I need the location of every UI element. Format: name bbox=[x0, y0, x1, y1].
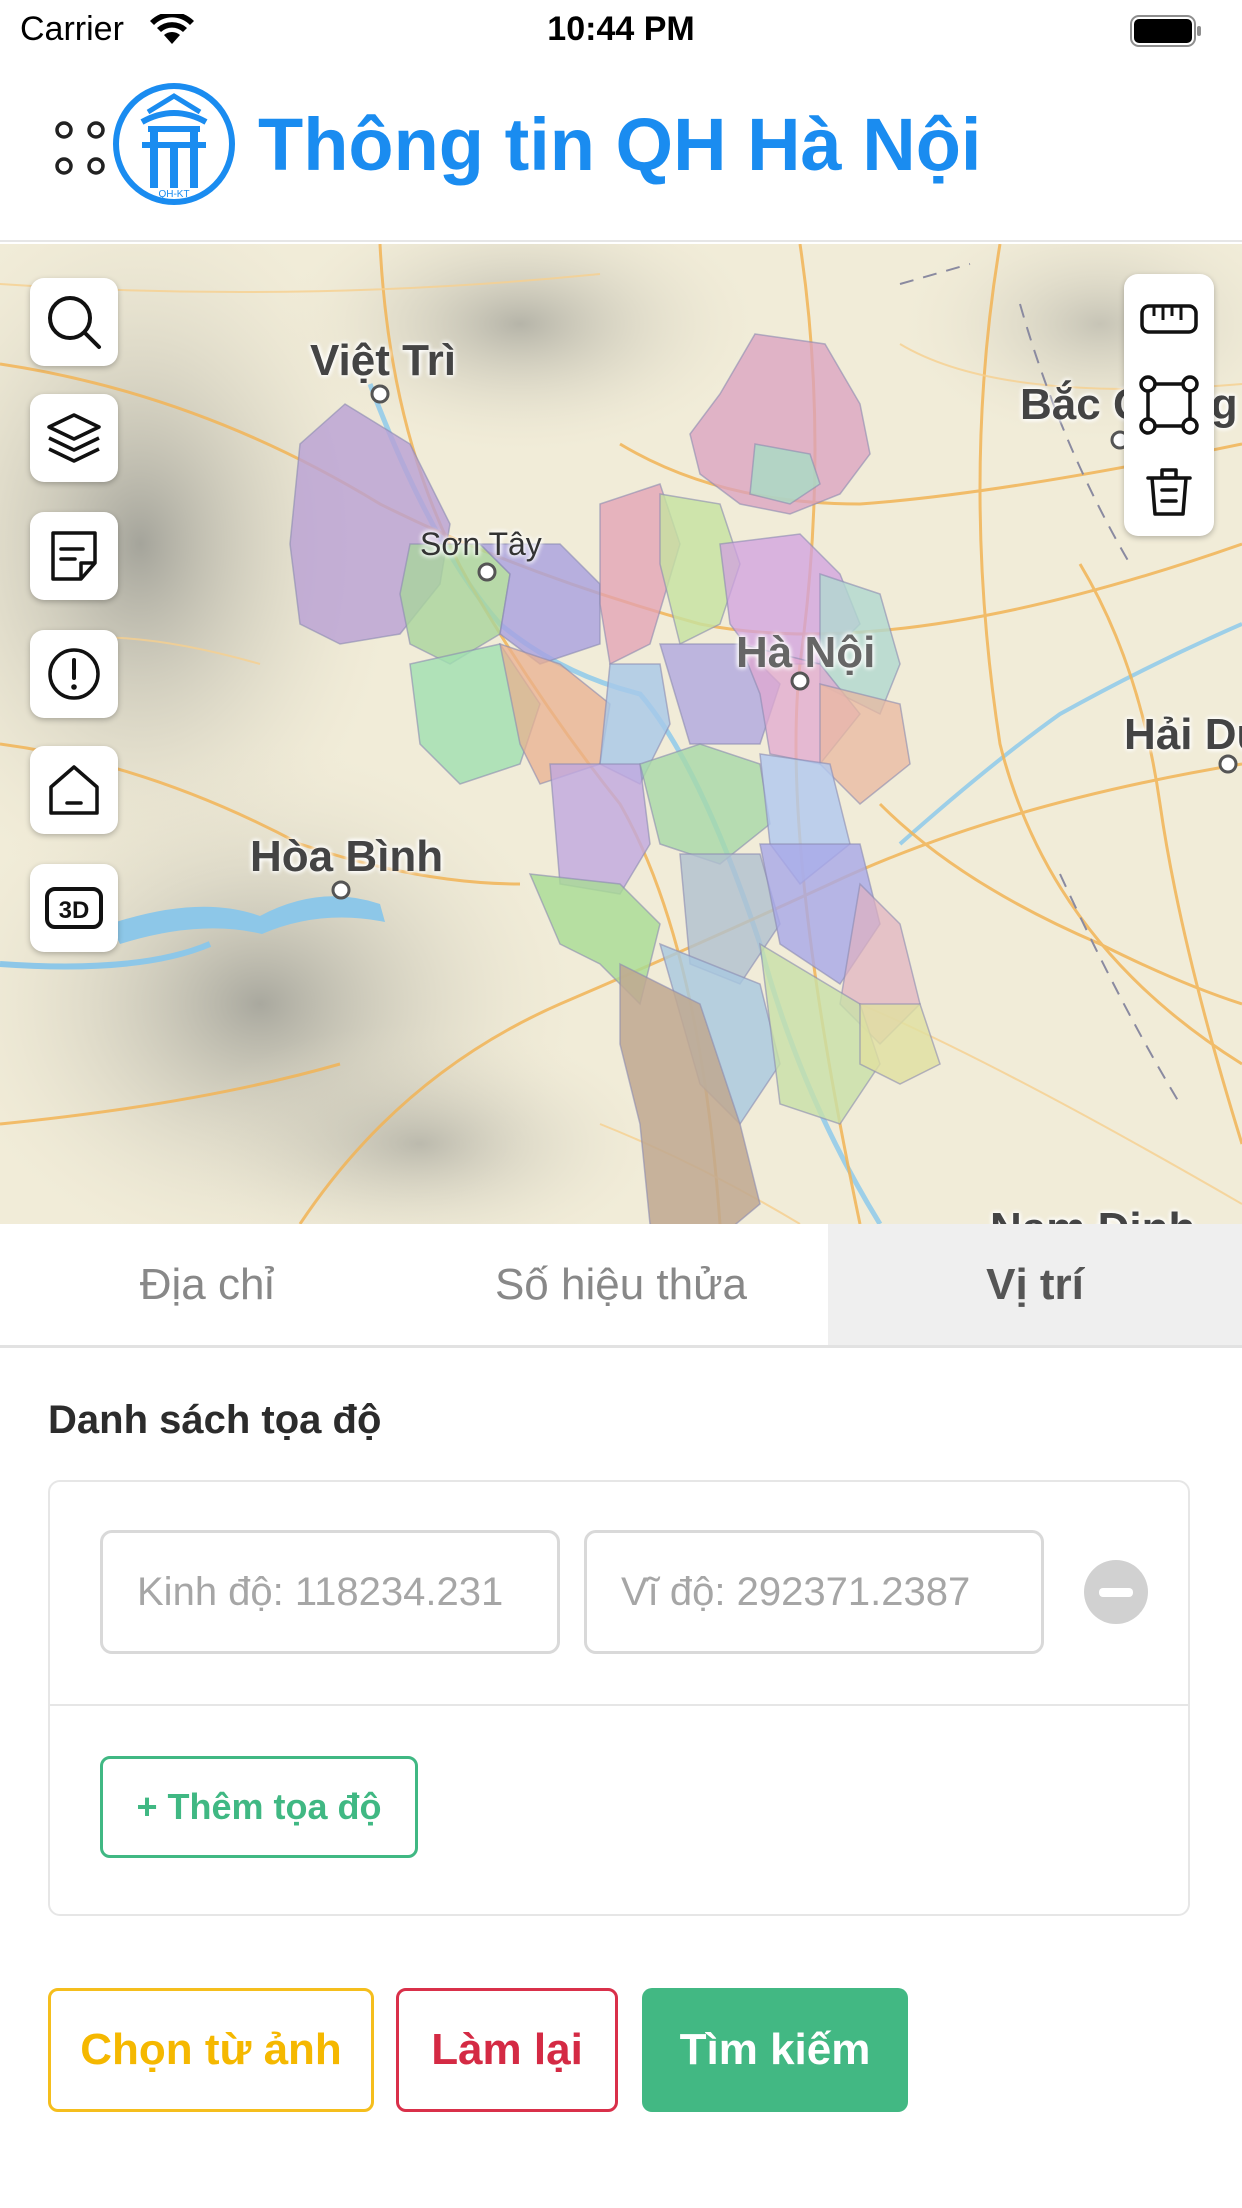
layers-icon bbox=[47, 413, 101, 463]
measure-button[interactable] bbox=[1124, 276, 1214, 362]
home-icon bbox=[49, 765, 99, 815]
3d-icon: 3D bbox=[45, 887, 103, 929]
map-label-son-tay: Sơn Tây bbox=[420, 526, 542, 562]
remove-coordinate-button[interactable] bbox=[1084, 1560, 1148, 1624]
battery-icon bbox=[1130, 15, 1201, 47]
map-layers-button[interactable] bbox=[30, 394, 118, 482]
minus-icon bbox=[1099, 1587, 1133, 1597]
map-home-button[interactable] bbox=[30, 746, 118, 834]
status-bar: Carrier 10:44 PM bbox=[0, 0, 1242, 62]
tab-parcel-number[interactable]: Số hiệu thửa bbox=[414, 1224, 828, 1345]
tab-location[interactable]: Vị trí bbox=[828, 1224, 1242, 1345]
reset-button[interactable]: Làm lại bbox=[396, 1988, 618, 2112]
map-label-viet-tri: Việt Trì bbox=[310, 336, 456, 385]
clear-drawing-button[interactable] bbox=[1124, 448, 1214, 534]
ruler-icon bbox=[1140, 304, 1198, 334]
3d-icon-label: 3D bbox=[59, 897, 90, 924]
add-coordinate-button[interactable]: + Thêm tọa độ bbox=[100, 1756, 418, 1858]
app-header: QH-KT Thông tin QH Hà Nội bbox=[0, 62, 1242, 242]
coordinate-row bbox=[50, 1482, 1188, 1706]
trash-icon bbox=[1146, 468, 1192, 516]
map-label-hai-duong: Hải Dương bbox=[1124, 710, 1242, 759]
info-icon bbox=[48, 648, 100, 700]
map-label-nam-dinh: Nam Định bbox=[990, 1204, 1195, 1224]
map-search-button[interactable] bbox=[30, 278, 118, 366]
map-label-hoa-binh: Hòa Bình bbox=[250, 832, 444, 881]
tab-address[interactable]: Địa chỉ bbox=[0, 1224, 414, 1345]
map-info-button[interactable] bbox=[30, 630, 118, 718]
choose-from-image-button[interactable]: Chọn từ ảnh bbox=[48, 1988, 374, 2112]
logo-text: QH-KT bbox=[158, 189, 189, 200]
search-tabs: Địa chỉ Số hiệu thửa Vị trí bbox=[0, 1224, 1242, 1348]
draw-polygon-button[interactable] bbox=[1124, 362, 1214, 448]
map-note-button[interactable] bbox=[30, 512, 118, 600]
menu-dots-icon[interactable] bbox=[54, 120, 110, 180]
hanoi-logo: QH-KT bbox=[113, 83, 235, 205]
search-icon bbox=[48, 296, 101, 349]
map-label-ha-noi: Hà Nội bbox=[736, 628, 876, 677]
app-title: Thông tin QH Hà Nội bbox=[258, 103, 982, 186]
coordinate-list-card: + Thêm tọa độ bbox=[48, 1480, 1190, 1916]
status-time: 10:44 PM bbox=[547, 10, 695, 48]
coordinate-list-title: Danh sách tọa độ bbox=[48, 1398, 382, 1442]
note-icon bbox=[51, 531, 97, 581]
map-view[interactable]: Việt Trì Sơn Tây Hà Nội Hòa Bình Bắc Gia… bbox=[0, 244, 1242, 1224]
longitude-input[interactable] bbox=[100, 1530, 560, 1654]
draw-toolbar bbox=[1124, 274, 1214, 536]
polygon-icon bbox=[1139, 375, 1199, 435]
search-button[interactable]: Tìm kiếm bbox=[642, 1988, 908, 2112]
map-3d-button[interactable]: 3D bbox=[30, 864, 118, 952]
latitude-input[interactable] bbox=[584, 1530, 1044, 1654]
